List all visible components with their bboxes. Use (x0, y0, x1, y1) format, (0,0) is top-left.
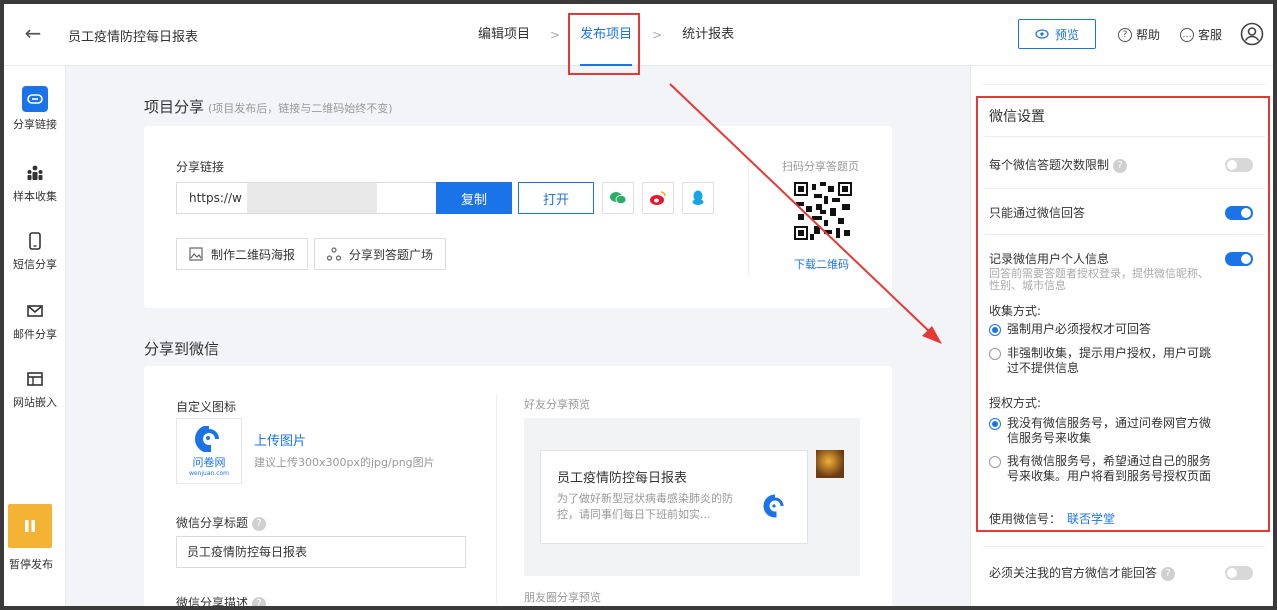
wechat-settings-highlight-box (976, 96, 1270, 532)
wechat-icon[interactable] (602, 182, 634, 214)
question-icon: ? (1118, 27, 1132, 42)
phone-icon (24, 230, 46, 252)
upload-hint: 建议上传300x300px的jpg/png图片 (254, 456, 435, 469)
customer-service-link[interactable]: … 客服 (1180, 26, 1222, 43)
share-nodes-icon (327, 247, 341, 261)
custom-icon-preview[interactable]: 问卷网 wenjuan.com (176, 418, 242, 484)
preview-desc: 为了做好新型冠状病毒感染肺炎的防控，请同事们每日下班前如实... (557, 492, 733, 521)
step-edit[interactable]: 编辑项目 (474, 4, 534, 66)
share-link-label: 分享链接 (176, 160, 225, 174)
sidebar-item-label: 样本收集 (13, 190, 57, 203)
share-square-label: 分享到答题广场 (349, 247, 434, 262)
share-title-label: 微信分享标题? (176, 514, 267, 531)
sidebar-item-email[interactable]: 邮件分享 (4, 300, 66, 342)
logo-text: 问卷网 (192, 455, 226, 469)
copy-button[interactable]: 复制 (436, 182, 512, 214)
share-title-label-text: 微信分享标题 (176, 516, 249, 530)
app-window: ← 员工疫情防控每日报表 编辑项目 > 发布项目 > 统计报表 预览 ? 帮助 … (4, 4, 1273, 606)
logo-subtext: wenjuan.com (188, 469, 230, 477)
share-desc-label: 微信分享描述? (176, 594, 267, 606)
share-title: 项目分享 (144, 98, 205, 116)
pause-publish-button[interactable] (8, 504, 52, 548)
follow-label: 必须关注我的官方微信才能回答? (989, 564, 1176, 581)
left-sidebar: 分享链接 样本收集 短信分享 邮件分享 网站嵌入 暂停发布 (4, 66, 66, 606)
preview-label: 预览 (1054, 27, 1079, 42)
share-title-input[interactable]: 员工疫情防控每日报表 (176, 536, 466, 568)
wenjuan-logo-icon (195, 425, 219, 452)
people-icon (24, 162, 46, 184)
sidebar-item-label: 短信分享 (13, 258, 57, 271)
custom-icon-label: 自定义图标 (176, 400, 237, 414)
wenjuan-logo-icon (763, 494, 784, 518)
sidebar-item-embed[interactable]: 网站嵌入 (4, 368, 66, 410)
image-icon (189, 247, 203, 261)
share-desc-label-text: 微信分享描述 (176, 596, 249, 606)
qr-code-image (794, 182, 852, 240)
preview-title: 员工疫情防控每日报表 (557, 471, 688, 486)
wechat-share-card: 自定义图标 问卷网 wenjuan.com 上传图片 建议上传300x300px… (144, 366, 892, 606)
wechat-share-title: 分享到微信 (144, 340, 220, 358)
friend-preview-area: 员工疫情防控每日报表 为了做好新型冠状病毒感染肺炎的防控，请同事们每日下班前如实… (524, 418, 860, 576)
qq-icon[interactable] (682, 182, 714, 214)
project-title: 员工疫情防控每日报表 (68, 30, 199, 45)
chat-bubble-icon: … (1180, 27, 1194, 42)
browser-window-icon (24, 368, 46, 390)
open-button[interactable]: 打开 (518, 182, 594, 214)
divider (496, 394, 497, 604)
sidebar-item-label: 分享链接 (13, 118, 57, 131)
chevron-right-icon: > (550, 28, 561, 42)
share-section-title: 项目分享 (项目发布后，链接与二维码始终不变) (144, 96, 393, 117)
qr-poster-label: 制作二维码海报 (211, 247, 296, 262)
qr-label: 扫码分享答题页 (782, 160, 859, 173)
sidebar-item-share-link[interactable]: 分享链接 (4, 86, 66, 132)
chevron-right-icon: > (652, 28, 663, 42)
friend-avatar (816, 450, 844, 478)
help-link[interactable]: ? 帮助 (1118, 26, 1160, 43)
share-card: 分享链接 https://w 复制 打开 制作二维码海报 分享到答题广场 扫码分… (144, 126, 892, 308)
sidebar-item-label: 网站嵌入 (13, 396, 57, 409)
sidebar-item-sample[interactable]: 样本收集 (4, 162, 66, 204)
share-square-button[interactable]: 分享到答题广场 (314, 238, 447, 270)
mail-icon (24, 300, 46, 322)
help-question-icon[interactable]: ? (1161, 566, 1176, 581)
qr-poster-button[interactable]: 制作二维码海报 (176, 238, 309, 270)
pause-label: 暂停发布 (9, 558, 53, 571)
follow-text: 必须关注我的官方微信才能回答 (989, 566, 1158, 580)
user-avatar-icon[interactable] (1240, 22, 1264, 46)
step-highlight-box (568, 13, 640, 75)
upload-image-link[interactable]: 上传图片 (254, 430, 306, 449)
moments-preview-label: 朋友圈分享预览 (524, 591, 601, 604)
link-icon (22, 86, 48, 112)
eye-icon (1035, 29, 1049, 39)
sidebar-item-label: 邮件分享 (13, 328, 57, 341)
divider (983, 84, 1265, 85)
help-question-icon[interactable]: ? (252, 516, 267, 531)
back-arrow-icon[interactable]: ← (22, 22, 44, 44)
follow-toggle[interactable] (1225, 566, 1253, 580)
divider (748, 154, 749, 276)
pause-icon (25, 520, 35, 532)
service-label: 客服 (1198, 28, 1223, 42)
download-qr-link[interactable]: 下载二维码 (794, 256, 849, 272)
help-label: 帮助 (1136, 28, 1161, 42)
friend-preview-label: 好友分享预览 (524, 398, 590, 411)
preview-message-card: 员工疫情防控每日报表 为了做好新型冠状病毒感染肺炎的防控，请同事们每日下班前如实… (540, 450, 808, 544)
weibo-icon[interactable] (642, 182, 674, 214)
preview-button[interactable]: 预览 (1018, 19, 1096, 49)
help-question-icon[interactable]: ? (252, 596, 267, 606)
divider (983, 546, 1265, 547)
share-note: (项目发布后，链接与二维码始终不变) (208, 102, 393, 115)
sidebar-item-sms[interactable]: 短信分享 (4, 230, 66, 272)
step-report[interactable]: 统计报表 (678, 4, 738, 66)
share-url-field[interactable]: https://w (176, 182, 436, 214)
